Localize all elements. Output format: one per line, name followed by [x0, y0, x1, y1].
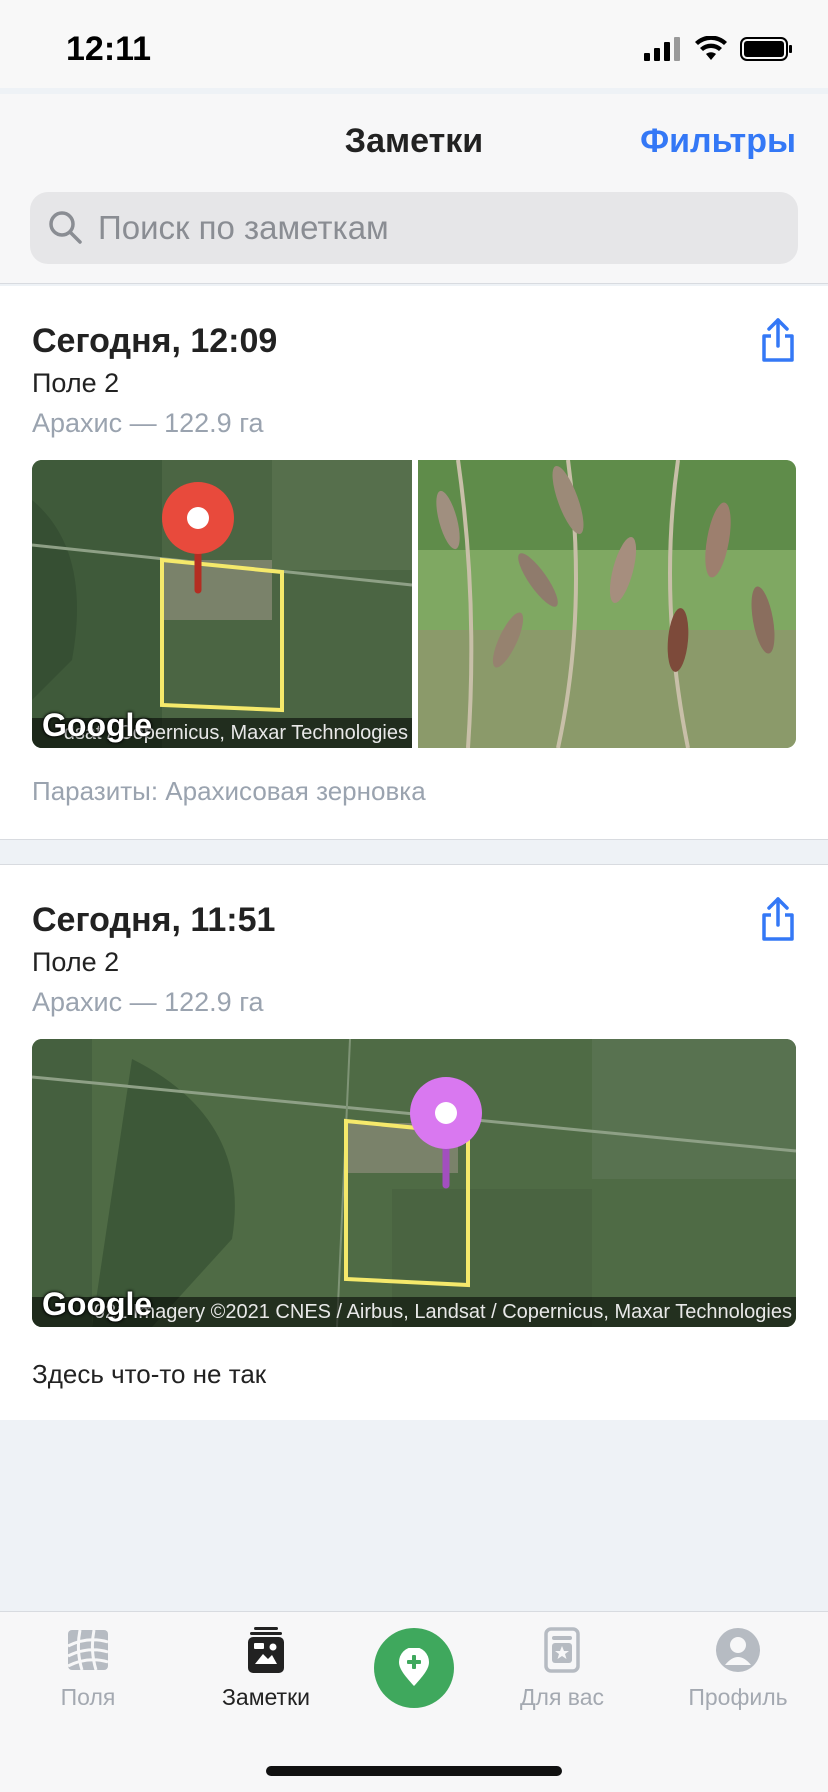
note-photo[interactable] [418, 460, 796, 748]
note-media: dsat / Copernicus, Maxar Technologies Go… [32, 460, 796, 748]
tab-for-you[interactable]: Для вас [482, 1624, 642, 1711]
wifi-icon [695, 36, 727, 60]
grass-photo [418, 460, 796, 748]
note-card[interactable]: Сегодня, 12:09 Поле 2 Арахис — 122.9 га … [0, 286, 828, 840]
tab-label: Поля [60, 1684, 116, 1710]
tab-profile[interactable]: Профиль [658, 1624, 818, 1711]
map-thumbnail[interactable]: dsat / Copernicus, Maxar Technologies Go… [32, 460, 412, 748]
tab-fields[interactable]: Поля [8, 1624, 168, 1711]
tab-bar: Поля Заметки Для вас Профиль [0, 1611, 828, 1792]
google-logo: Google [42, 1286, 153, 1322]
add-location-icon [399, 1648, 429, 1686]
note-date: Сегодня, 12:09 [32, 322, 278, 360]
satellite-image [32, 460, 412, 748]
note-field: Поле 2 [32, 947, 120, 977]
map-thumbnail[interactable]: 021 Imagery ©2021 CNES / Airbus, Landsat… [32, 1039, 796, 1327]
google-logo: Google [42, 707, 153, 743]
search-input[interactable] [98, 192, 778, 264]
fields-icon [67, 1629, 109, 1671]
tab-notes[interactable]: Заметки [186, 1624, 346, 1711]
note-date: Сегодня, 11:51 [32, 901, 276, 939]
share-icon[interactable] [758, 316, 798, 364]
search-bar[interactable] [30, 192, 798, 264]
search-icon [49, 211, 82, 244]
note-media: 021 Imagery ©2021 CNES / Airbus, Landsat… [32, 1039, 796, 1327]
note-field: Поле 2 [32, 368, 120, 398]
status-icons [644, 36, 794, 62]
note-card[interactable]: Сегодня, 11:51 Поле 2 Арахис — 122.9 га [0, 864, 828, 1420]
status-bar: 12:11 [0, 0, 828, 88]
battery-icon [740, 37, 792, 61]
note-crop: Арахис — 122.9 га [32, 408, 264, 438]
note-text: Здесь что-то не так [32, 1359, 267, 1389]
status-time: 12:11 [66, 30, 152, 68]
note-text: Паразиты: Арахисовая зерновка [32, 776, 426, 806]
share-icon[interactable] [758, 895, 798, 943]
tab-label: Заметки [222, 1684, 310, 1710]
header: Заметки Фильтры [0, 94, 828, 284]
note-crop: Арахис — 122.9 га [32, 987, 264, 1017]
tab-label: Профиль [688, 1684, 788, 1710]
profile-icon [716, 1628, 760, 1672]
tab-label: Для вас [519, 1684, 605, 1710]
for-you-icon [544, 1627, 580, 1673]
filters-button[interactable]: Фильтры [640, 122, 796, 161]
home-indicator [266, 1766, 562, 1776]
satellite-image [32, 1039, 796, 1327]
notes-icon [248, 1627, 284, 1673]
add-note-button[interactable] [374, 1628, 454, 1708]
signal-icon [644, 37, 680, 61]
